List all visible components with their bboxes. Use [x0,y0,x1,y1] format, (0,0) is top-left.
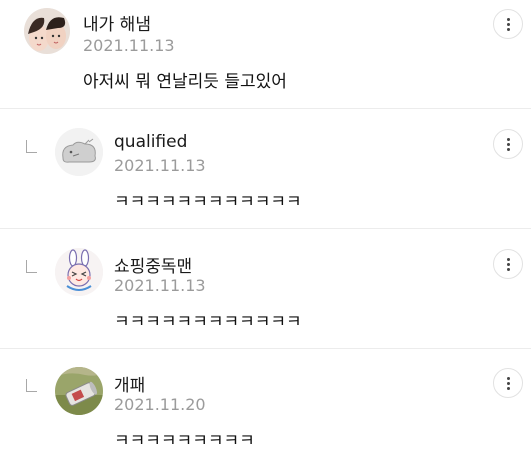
reply-item: 쇼핑중독맨 2021.11.13 ㅋㅋㅋㅋㅋㅋㅋㅋㅋㅋㅋㅋ [0,229,531,348]
reply-arrow-icon [26,379,37,392]
profile-photo-icon [24,8,70,54]
comment-text: 아저씨 뭐 연날리듯 들고있어 [83,72,287,92]
comment-author[interactable]: 내가 해냄 [83,10,151,35]
reply-item: qualified 2021.11.13 ㅋㅋㅋㅋㅋㅋㅋㅋㅋㅋㅋㅋ [0,109,531,228]
comment-date: 2021.11.20 [114,395,206,414]
avatar[interactable] [55,128,103,176]
rabbit-character-icon [55,248,103,296]
comment-text: ㅋㅋㅋㅋㅋㅋㅋㅋㅋ [114,431,255,451]
can-on-ground-photo-icon [55,367,103,415]
more-options-button[interactable] [493,129,523,159]
avatar[interactable] [24,8,70,54]
avatar[interactable] [55,367,103,415]
comment-item: 내가 해냄 2021.11.13 아저씨 뭐 연날리듯 들고있어 [0,0,531,108]
reply-arrow-icon [26,140,37,153]
reply-item: 개패 2021.11.20 ㅋㅋㅋㅋㅋㅋㅋㅋㅋ [0,349,531,452]
comment-date: 2021.11.13 [114,156,206,175]
more-options-button[interactable] [493,249,523,279]
comment-author[interactable]: qualified [114,132,187,152]
gray-blob-character-icon [55,128,103,176]
reply-arrow-icon [26,260,37,273]
more-options-button[interactable] [493,9,523,39]
comment-author[interactable]: 쇼핑중독맨 [114,252,192,277]
comment-author[interactable]: 개패 [114,371,145,396]
more-options-button[interactable] [493,368,523,398]
avatar[interactable] [55,248,103,296]
comment-text: ㅋㅋㅋㅋㅋㅋㅋㅋㅋㅋㅋㅋ [114,192,302,212]
comment-date: 2021.11.13 [114,276,206,295]
comment-date: 2021.11.13 [83,36,175,55]
comment-text: ㅋㅋㅋㅋㅋㅋㅋㅋㅋㅋㅋㅋ [114,312,302,332]
